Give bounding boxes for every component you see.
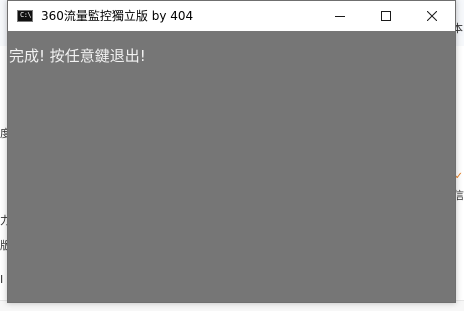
- minimize-button[interactable]: [317, 1, 363, 31]
- minimize-icon: [335, 16, 345, 17]
- maximize-button[interactable]: [363, 1, 409, 31]
- maximize-icon: [381, 11, 391, 21]
- desktop-screen: ⌃ 本 ✓ 信 度 力 版 I C:\ 360流量監控獨立版 by 404 完成…: [0, 0, 464, 311]
- close-icon: [427, 11, 437, 21]
- cmd-console-icon: C:\: [17, 10, 33, 22]
- window-titlebar[interactable]: C:\ 360流量監控獨立版 by 404: [8, 1, 455, 31]
- console-output-text: 完成! 按任意鍵退出!: [9, 47, 146, 65]
- close-button[interactable]: [409, 1, 455, 31]
- window-title: 360流量監控獨立版 by 404: [41, 9, 194, 23]
- console-window[interactable]: C:\ 360流量監控獨立版 by 404 完成! 按任意鍵退出!: [7, 0, 456, 303]
- console-output-area[interactable]: 完成! 按任意鍵退出!: [8, 31, 455, 302]
- cmd-prompt-glyph: C:\: [20, 11, 32, 19]
- background-left-text-4: I: [0, 273, 4, 286]
